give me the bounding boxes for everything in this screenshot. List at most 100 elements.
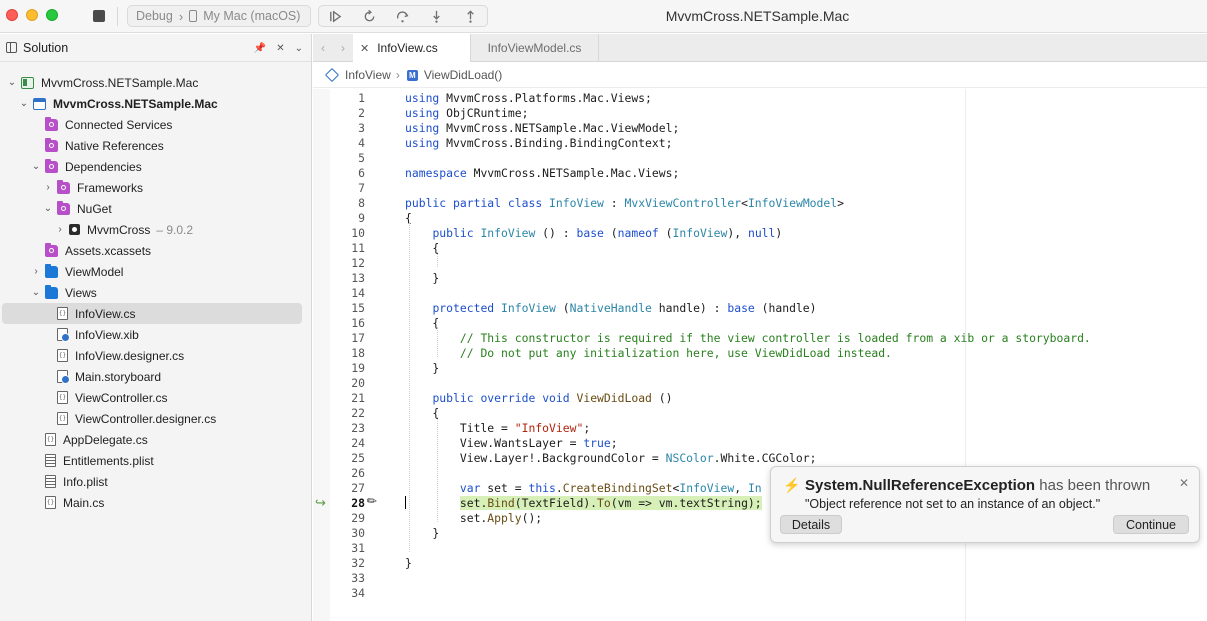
breadcrumb-class[interactable]: InfoView — [345, 68, 391, 82]
code-line[interactable]: 33 — [313, 571, 1207, 586]
code-line[interactable]: 9{ — [313, 211, 1207, 226]
code-line[interactable]: 17 // This constructor is required if th… — [313, 331, 1207, 346]
chevron-down-icon[interactable]: ⌄ — [18, 98, 30, 109]
chevron-down-icon[interactable]: ⌄ — [30, 161, 42, 172]
continue-button[interactable]: Continue — [1113, 515, 1189, 534]
code-text: set.Apply(); — [405, 511, 543, 525]
sidebar-item[interactable]: ⌄ Views — [2, 282, 302, 303]
code-line[interactable]: 31 — [313, 541, 1207, 556]
chevron-down-icon[interactable]: ⌄ — [42, 203, 54, 214]
chevron-right-icon[interactable]: › — [54, 224, 66, 235]
code-line[interactable]: 11 { — [313, 241, 1207, 256]
continue-debug-button[interactable] — [319, 6, 353, 26]
window-zoom-button[interactable] — [46, 9, 58, 21]
code-line[interactable]: 19 } — [313, 361, 1207, 376]
sidebar-item[interactable]: › Frameworks — [2, 177, 302, 198]
exception-title: System.NullReferenceException has been t… — [805, 477, 1150, 494]
code-line[interactable]: 4 using MvvmCross.Binding.BindingContext; — [313, 136, 1207, 151]
code-line[interactable]: 24 View.WantsLayer = true; — [313, 436, 1207, 451]
code-line[interactable]: 21 public override void ViewDidLoad () — [313, 391, 1207, 406]
sidebar-item[interactable]: ›ViewController.cs — [2, 387, 302, 408]
sidebar-item[interactable]: ›Info.plist — [2, 471, 302, 492]
sidebar-item[interactable]: ›Entitlements.plist — [2, 450, 302, 471]
sidebar-item[interactable]: ›InfoView.designer.cs — [2, 345, 302, 366]
sidebar-item[interactable]: ⌄ NuGet — [2, 198, 302, 219]
code-line[interactable]: 16 { — [313, 316, 1207, 331]
step-out-button[interactable] — [453, 6, 487, 26]
close-icon[interactable]: ✕ — [360, 42, 369, 55]
line-number: 7 — [358, 181, 365, 195]
sidebar-item[interactable]: ›Native References — [2, 135, 302, 156]
restart-button[interactable] — [353, 6, 387, 26]
window-title: MvvmCross.NETSample.Mac — [665, 8, 850, 24]
code-line[interactable]: 3 using MvvmCross.NETSample.Mac.ViewModel… — [313, 121, 1207, 136]
code-line[interactable]: 34 — [313, 586, 1207, 601]
code-line[interactable]: 15 protected InfoView (NativeHandle hand… — [313, 301, 1207, 316]
sidebar-item[interactable]: ›Main.storyboard — [2, 366, 302, 387]
sidebar-item-label: Connected Services — [65, 117, 173, 132]
sidebar-item[interactable]: ›Main.cs — [2, 492, 302, 513]
line-number: 2 — [358, 106, 365, 120]
code-text: { — [405, 241, 440, 255]
code-text: } — [405, 361, 440, 375]
code-line[interactable]: 12 — [313, 256, 1207, 271]
code-line[interactable]: 1 using MvvmCross.Platforms.Mac.Views; — [313, 91, 1207, 106]
step-into-button[interactable] — [420, 6, 454, 26]
chevron-down-icon[interactable]: ⌄ — [295, 43, 303, 54]
sidebar-item-label: MvvmCross — [87, 222, 151, 237]
code-line[interactable]: 20 — [313, 376, 1207, 391]
csharp-file-icon — [45, 433, 56, 446]
chevron-down-icon[interactable]: ⌄ — [6, 77, 18, 88]
code-text: using ObjCRuntime; — [405, 106, 529, 120]
code-line[interactable]: 2 using ObjCRuntime; — [313, 106, 1207, 121]
close-icon[interactable]: ✕ — [1179, 476, 1189, 490]
details-button[interactable]: Details — [780, 515, 842, 534]
code-line[interactable]: 23 Title = "InfoView"; — [313, 421, 1207, 436]
code-line[interactable]: 6 namespace MvvmCross.NETSample.Mac.Views… — [313, 166, 1207, 181]
chevron-right-icon[interactable]: › — [341, 41, 345, 55]
code-line[interactable]: 8 public partial class InfoView : MvxView… — [313, 196, 1207, 211]
sidebar-item[interactable]: ⌄ MvvmCross.NETSample.Mac — [2, 93, 302, 114]
method-icon: M — [406, 69, 418, 81]
sidebar-item[interactable]: ⌄ Dependencies — [2, 156, 302, 177]
chevron-down-icon[interactable]: ⌄ — [30, 287, 42, 298]
code-line[interactable]: 18 // Do not put any initialization here… — [313, 346, 1207, 361]
continue-icon — [330, 10, 342, 22]
window-close-button[interactable] — [6, 9, 18, 21]
code-line[interactable]: 14 — [313, 286, 1207, 301]
line-number: 30 — [351, 526, 365, 540]
run-configuration-selector[interactable]: Debug › My Mac (macOS) — [127, 5, 311, 27]
chevron-right-icon[interactable]: › — [42, 182, 54, 193]
code-text: namespace MvvmCross.NETSample.Mac.Views; — [405, 166, 680, 180]
sidebar-item[interactable]: ›ViewController.designer.cs — [2, 408, 302, 429]
chevron-right-icon[interactable]: › — [30, 266, 42, 277]
sidebar-item[interactable]: ›AppDelegate.cs — [2, 429, 302, 450]
line-number: 9 — [358, 211, 365, 225]
code-line[interactable]: 32} — [313, 556, 1207, 571]
chevron-left-icon[interactable]: ‹ — [321, 41, 325, 55]
code-text: public override void ViewDidLoad () — [432, 391, 673, 405]
sidebar-item[interactable]: › ViewModel — [2, 261, 302, 282]
code-line[interactable]: 5 — [313, 151, 1207, 166]
code-line[interactable]: 22 { — [313, 406, 1207, 421]
code-line[interactable]: 7 — [313, 181, 1207, 196]
sidebar-item[interactable]: ›Connected Services — [2, 114, 302, 135]
sidebar-item[interactable]: ›InfoView.cs — [2, 303, 302, 324]
code-text: { — [405, 406, 440, 420]
sidebar-item[interactable]: ›InfoView.xib — [2, 324, 302, 345]
sidebar-item[interactable]: ⌄ MvvmCross.NETSample.Mac — [2, 72, 302, 93]
tab-infoview-cs[interactable]: ✕ InfoView.cs — [353, 34, 471, 62]
sidebar-item[interactable]: ›Assets.xcassets — [2, 240, 302, 261]
breadcrumb-method[interactable]: ViewDidLoad() — [424, 68, 503, 82]
code-line[interactable]: 10 public InfoView () : base (nameof (In… — [313, 226, 1207, 241]
code-line[interactable]: 25 View.Layer!.BackgroundColor = NSColor… — [313, 451, 1207, 466]
step-over-button[interactable] — [386, 6, 420, 26]
sidebar-item[interactable]: › MvvmCross – 9.0.2 — [2, 219, 302, 240]
tab-infoviewmodel-cs[interactable]: InfoViewModel.cs — [471, 34, 599, 62]
stop-icon[interactable] — [93, 10, 105, 22]
project-icon — [33, 97, 46, 110]
code-line[interactable]: 13 } — [313, 271, 1207, 286]
close-icon[interactable]: ✕ — [276, 43, 284, 54]
window-minimize-button[interactable] — [26, 9, 38, 21]
pin-icon[interactable]: 📌 — [254, 43, 266, 54]
